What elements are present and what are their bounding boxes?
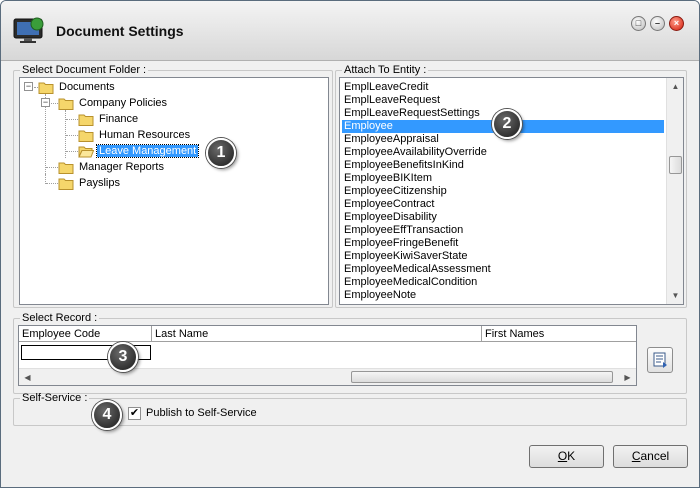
entity-list-item[interactable]: EmployeeKiwiSaverState <box>342 250 468 263</box>
callout-3: 3 <box>108 342 138 372</box>
publish-self-service-checkbox[interactable]: ✔ <box>128 407 141 420</box>
tree-item-finance[interactable]: Finance <box>78 111 140 127</box>
title-bar: Document Settings □ – × <box>1 1 699 61</box>
window-title: Document Settings <box>56 23 184 39</box>
entity-list-item[interactable]: EmployeeFringeBenefit <box>342 237 458 250</box>
entity-list-item[interactable]: EmployeeAppraisal <box>342 133 439 146</box>
entity-list-item[interactable]: EmployeeCitizenship <box>342 185 447 198</box>
tree-item-company-policies[interactable]: Company Policies <box>58 95 169 111</box>
tree-item-label: Documents <box>59 81 115 93</box>
record-lookup-button[interactable] <box>647 347 673 373</box>
column-header-employee-code[interactable]: Employee Code <box>19 326 152 342</box>
tree-item-human-resources[interactable]: Human Resources <box>78 127 192 143</box>
hscroll-thumb[interactable] <box>351 371 613 383</box>
attach-entity-label: Attach To Entity : <box>344 64 427 76</box>
scroll-thumb[interactable] <box>669 156 682 174</box>
entity-list-item[interactable]: EmployeeBenefitsInKind <box>342 159 464 172</box>
tree-item-documents[interactable]: Documents <box>38 79 117 95</box>
tree-item-label: Finance <box>99 113 139 125</box>
scroll-down-arrow[interactable]: ▼ <box>667 287 683 304</box>
folder-icon <box>58 98 74 110</box>
document-folder-label: Select Document Folder : <box>22 64 147 76</box>
ok-accelerator: O <box>557 449 568 463</box>
tree-item-label: Payslips <box>79 177 120 189</box>
cancel-button[interactable]: Cancel <box>613 445 688 468</box>
callout-2: 2 <box>492 109 522 139</box>
entity-list-item[interactable]: EmployeeMedicalAssessment <box>342 263 491 276</box>
entity-list-item[interactable]: EmployeeMedicalCondition <box>342 276 477 289</box>
callout-4: 4 <box>92 400 122 430</box>
self-service-label: Self-Service : <box>22 392 88 404</box>
cancel-label: ancel <box>640 449 670 463</box>
monitor-app-icon <box>13 17 44 43</box>
scroll-right-arrow[interactable]: ▶ <box>619 369 636 385</box>
tree-item-payslips[interactable]: Payslips <box>58 175 122 191</box>
folder-tree[interactable]: − − Documents Company Policies Finance H… <box>19 77 329 305</box>
root-collapse-toggle[interactable]: − <box>24 82 33 91</box>
publish-self-service-label[interactable]: Publish to Self-Service <box>146 407 257 420</box>
entity-list-item[interactable]: EmployeeNote <box>342 289 416 302</box>
entity-list-item[interactable]: EmplLeaveRequestSettings <box>342 107 480 120</box>
entity-list-item[interactable]: EmployeeBIKItem <box>342 172 432 185</box>
tree-item-label: Leave Management <box>95 144 200 158</box>
callout-1: 1 <box>206 138 236 168</box>
folder-icon <box>78 130 94 142</box>
select-record-label: Select Record : <box>22 312 98 324</box>
folder-icon <box>58 178 74 190</box>
entity-list-item[interactable]: EmployeeAvailabilityOverride <box>342 146 487 159</box>
record-list-icon <box>653 352 667 368</box>
entity-list-item[interactable]: EmployeeEffTransaction <box>342 224 463 237</box>
column-header-first-names[interactable]: First Names <box>482 326 636 342</box>
folder-icon <box>58 162 74 174</box>
scroll-up-arrow[interactable]: ▲ <box>667 78 683 95</box>
minimize-button[interactable]: – <box>650 16 665 31</box>
column-header-last-name[interactable]: Last Name <box>152 326 482 342</box>
company-policies-collapse-toggle[interactable]: − <box>41 98 50 107</box>
tree-item-label: Manager Reports <box>79 161 164 173</box>
tree-item-manager-reports[interactable]: Manager Reports <box>58 159 166 175</box>
entity-list-item[interactable]: EmployeeDisability <box>342 211 437 224</box>
tree-item-label: Company Policies <box>79 97 168 109</box>
folder-icon <box>78 114 94 126</box>
open-folder-icon <box>78 146 94 158</box>
scroll-left-arrow[interactable]: ◀ <box>19 369 36 385</box>
tree-item-label: Human Resources <box>99 129 191 141</box>
record-grid-hscrollbar[interactable]: ◀ ▶ <box>19 368 636 385</box>
tree-item-leave-management[interactable]: Leave Management <box>78 143 200 159</box>
entity-list-item[interactable]: EmployeeContract <box>342 198 435 211</box>
restore-button[interactable]: □ <box>631 16 646 31</box>
close-button[interactable]: × <box>669 16 684 31</box>
entity-list-item[interactable]: EmplLeaveCredit <box>342 81 428 94</box>
ok-label: K <box>567 449 576 463</box>
entity-list-item[interactable]: EmplLeaveRequest <box>342 94 440 107</box>
entity-list-scrollbar[interactable]: ▲ ▼ <box>666 78 683 304</box>
folder-icon <box>38 82 54 94</box>
ok-button[interactable]: OK <box>529 445 604 468</box>
document-settings-window: Document Settings □ – × Select Document … <box>0 0 700 488</box>
